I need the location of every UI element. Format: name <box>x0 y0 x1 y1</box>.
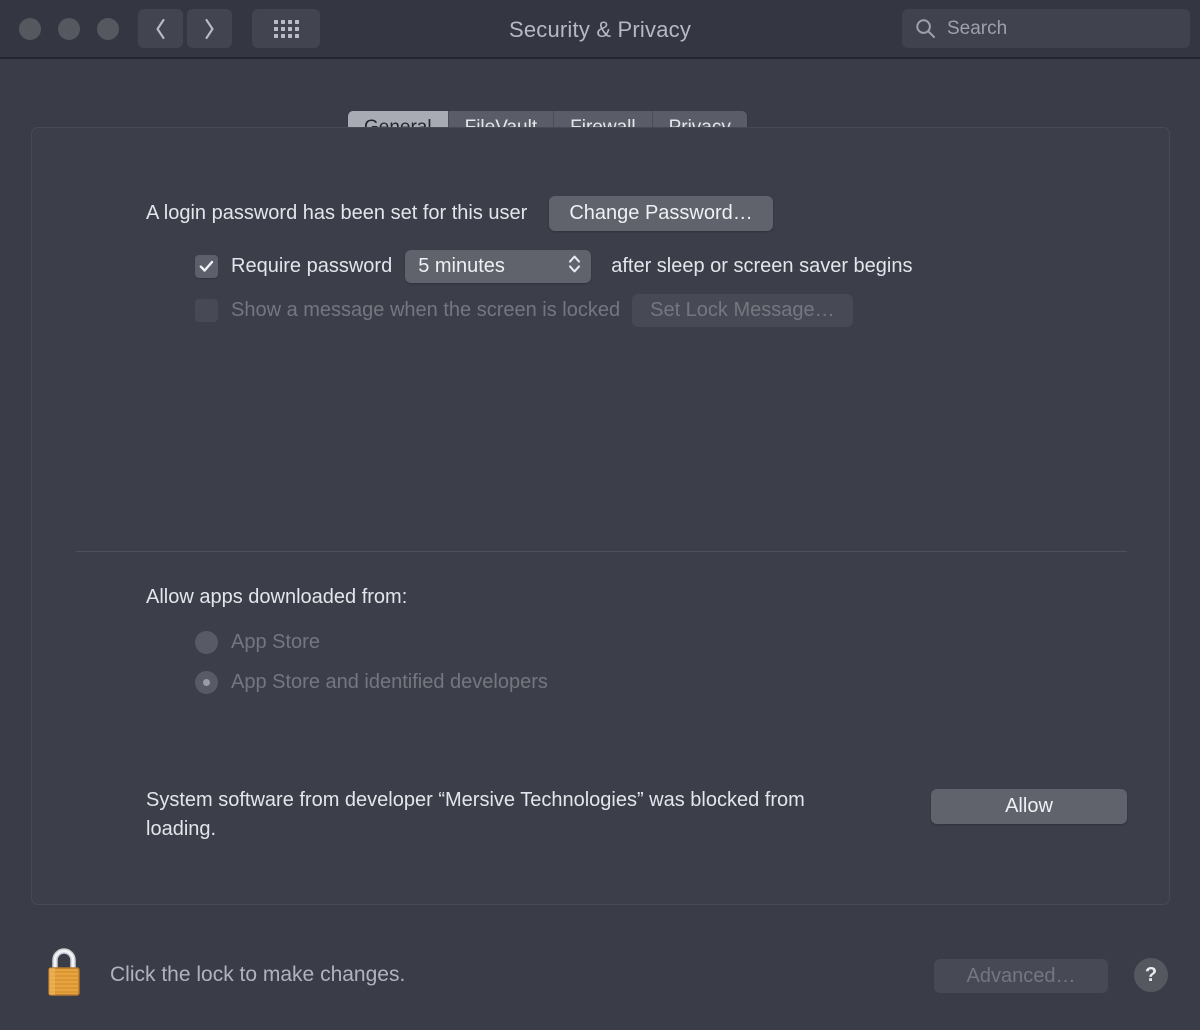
stepper-arrows-icon[interactable] <box>567 253 582 280</box>
general-tab-panel: A login password has been set for this u… <box>31 127 1170 905</box>
lock-closed-icon[interactable] <box>44 944 84 998</box>
security-privacy-window: Security & Privacy Search General FileVa… <box>0 0 1200 1030</box>
require-password-checkbox[interactable] <box>195 255 218 278</box>
window-titlebar: Security & Privacy Search <box>0 0 1200 59</box>
allow-apps-heading-row: Allow apps downloaded from: <box>146 586 407 609</box>
help-button[interactable]: ? <box>1134 958 1168 992</box>
radio-app-store[interactable] <box>195 631 218 654</box>
radio-selected-dot <box>203 679 210 686</box>
lock-message-row: Show a message when the screen is locked… <box>195 294 853 327</box>
lock-message-checkbox[interactable] <box>195 299 218 322</box>
require-password-suffix: after sleep or screen saver begins <box>611 255 913 277</box>
login-password-status: A login password has been set for this u… <box>146 202 528 224</box>
radio-identified-developers-label: App Store and identified developers <box>231 671 548 693</box>
set-lock-message-button[interactable]: Set Lock Message… <box>632 294 853 327</box>
radio-app-store-and-identified-developers[interactable] <box>195 671 218 694</box>
require-password-label: Require password <box>231 255 393 277</box>
require-password-row: Require password 5 minutes after sleep o… <box>195 250 912 283</box>
allow-apps-heading: Allow apps downloaded from: <box>146 586 408 608</box>
section-divider <box>76 551 1127 552</box>
allow-apps-option-identified-developers[interactable]: App Store and identified developers <box>195 671 548 694</box>
allow-button[interactable]: Allow <box>931 789 1127 824</box>
search-input-placeholder: Search <box>947 17 1008 39</box>
search-icon <box>916 19 935 38</box>
login-password-row: A login password has been set for this u… <box>146 196 773 231</box>
lock-instruction-text: Click the lock to make changes. <box>110 963 406 986</box>
allow-apps-option-app-store[interactable]: App Store <box>195 631 320 654</box>
advanced-button[interactable]: Advanced… <box>934 959 1108 993</box>
change-password-button[interactable]: Change Password… <box>549 196 773 231</box>
checkmark-icon <box>199 260 214 272</box>
search-field[interactable]: Search <box>902 9 1190 48</box>
lock-message-label: Show a message when the screen is locked <box>231 299 621 321</box>
require-password-delay-stepper[interactable]: 5 minutes <box>405 250 592 283</box>
blocked-software-notice: System software from developer “Mersive … <box>146 786 866 844</box>
require-password-delay-value: 5 minutes <box>418 255 505 277</box>
chevron-up-down-icon <box>569 255 581 273</box>
blocked-software-text: System software from developer “Mersive … <box>146 789 805 840</box>
radio-app-store-label: App Store <box>231 631 320 653</box>
